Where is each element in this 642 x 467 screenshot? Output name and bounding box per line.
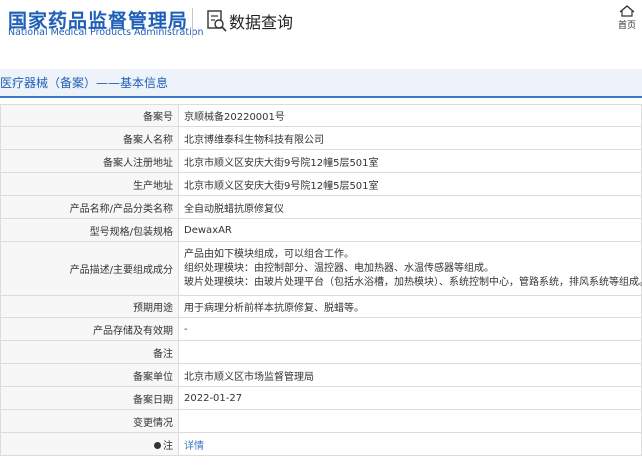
table-row: 备案人名称 北京博维泰科生物科技有限公司 xyxy=(0,126,642,150)
field-value: 北京博维泰科生物科技有限公司 xyxy=(178,126,642,150)
site-header: 国家药品监督管理局 National Medical Products Admi… xyxy=(0,0,642,66)
field-label-note: 注 xyxy=(0,432,179,456)
field-value: 详情 xyxy=(178,432,642,456)
field-label: 备案号 xyxy=(0,104,179,127)
home-link[interactable]: 首页 xyxy=(616,5,638,31)
home-icon xyxy=(619,5,635,17)
field-label: 产品名称/产品分类名称 xyxy=(0,195,179,219)
field-value xyxy=(178,409,642,433)
field-label: 备注 xyxy=(0,340,179,364)
header-divider xyxy=(192,8,193,38)
field-value: 北京市顺义区安庆大街9号院12幢5层501室 xyxy=(178,149,642,173)
field-value: 全自动脱蜡抗原修复仪 xyxy=(178,195,642,219)
field-label: 产品描述/主要组成成分 xyxy=(0,241,179,296)
page-title: 医疗器械（备案）——基本信息 xyxy=(0,76,169,90)
table-row: 生产地址 北京市顺义区安庆大街9号院12幢5层501室 xyxy=(0,172,642,196)
page-title-bar: 医疗器械（备案）——基本信息 xyxy=(0,69,642,98)
field-value: 北京市顺义区安庆大街9号院12幢5层501室 xyxy=(178,172,642,196)
description-line: 玻片处理模块：由玻片处理平台（包括水浴槽，加热模块）、系统控制中心，管路系统，排… xyxy=(184,276,642,288)
field-label: 备案人名称 xyxy=(0,126,179,150)
field-value: 用于病理分析前样本抗原修复、脱蜡等。 xyxy=(178,295,642,318)
table-row: 备注 xyxy=(0,340,642,364)
description-line: 组织处理模块：由控制部分、温控器、电加热器、水温传感器等组成。 xyxy=(184,262,494,274)
table-row: 备案号 京顺械备20220001号 xyxy=(0,104,642,127)
table-row: 产品存储及有效期 - xyxy=(0,317,642,341)
field-label: 备案单位 xyxy=(0,363,179,387)
home-label: 首页 xyxy=(617,21,636,31)
table-row: 变更情况 xyxy=(0,409,642,433)
field-value: 京顺械备20220001号 xyxy=(178,104,642,127)
table-row: 备案人注册地址 北京市顺义区安庆大街9号院12幢5层501室 xyxy=(0,149,642,173)
table-row: 产品描述/主要组成成分 产品由如下模块组成，可以组合工作。 组织处理模块：由控制… xyxy=(0,241,642,296)
site-logo-subtitle: National Medical Products Administration xyxy=(8,27,204,38)
field-label: 型号规格/包装规格 xyxy=(0,218,179,242)
field-value: DewaxAR xyxy=(178,218,642,242)
note-icon xyxy=(154,442,161,449)
table-row: 预期用途 用于病理分析前样本抗原修复、脱蜡等。 xyxy=(0,295,642,318)
field-value-multiline: 产品由如下模块组成，可以组合工作。 组织处理模块：由控制部分、温控器、电加热器、… xyxy=(178,241,642,296)
field-value xyxy=(178,340,642,364)
details-link[interactable]: 详情 xyxy=(184,441,204,452)
table-row: 备案单位 北京市顺义区市场监督管理局 xyxy=(0,363,642,387)
record-detail-table: 备案号 京顺械备20220001号 备案人名称 北京博维泰科生物科技有限公司 备… xyxy=(0,104,642,456)
description-line: 产品由如下模块组成，可以组合工作。 xyxy=(184,248,354,260)
data-query-title: 数据查询 xyxy=(229,13,294,32)
field-value: - xyxy=(178,317,642,341)
table-row: 备案日期 2022-01-27 xyxy=(0,386,642,410)
note-label: 注 xyxy=(163,440,173,452)
data-query-icon xyxy=(207,10,227,32)
field-label: 备案人注册地址 xyxy=(0,149,179,173)
field-value: 2022-01-27 xyxy=(178,386,642,410)
table-row: 注 详情 xyxy=(0,432,642,456)
field-label: 备案日期 xyxy=(0,386,179,410)
table-row: 型号规格/包装规格 DewaxAR xyxy=(0,218,642,242)
field-label: 产品存储及有效期 xyxy=(0,317,179,341)
field-label: 变更情况 xyxy=(0,409,179,433)
table-row: 产品名称/产品分类名称 全自动脱蜡抗原修复仪 xyxy=(0,195,642,219)
field-label: 生产地址 xyxy=(0,172,179,196)
field-value: 北京市顺义区市场监督管理局 xyxy=(178,363,642,387)
field-label: 预期用途 xyxy=(0,295,179,318)
